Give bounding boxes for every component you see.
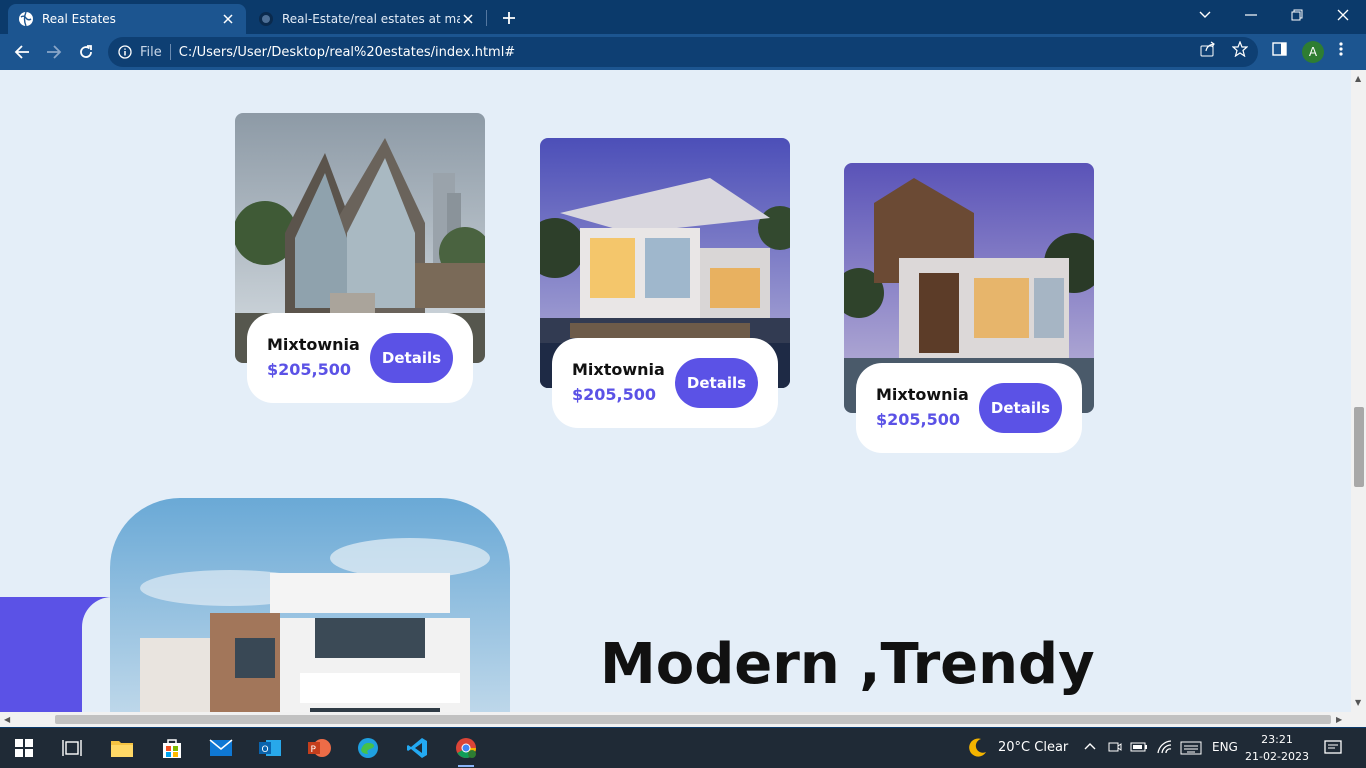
vscode-button[interactable] xyxy=(403,734,431,762)
tab-title: Real Estates xyxy=(42,12,116,26)
restore-button[interactable] xyxy=(1274,0,1320,30)
powerpoint-button[interactable]: P xyxy=(305,734,333,762)
chevron-up-icon[interactable] xyxy=(1084,742,1096,750)
side-panel-icon[interactable] xyxy=(1272,41,1288,57)
forward-button[interactable] xyxy=(40,38,68,66)
tab-title: Real-Estate/real estates at main · xyxy=(282,12,460,26)
windows-taskbar: O P 20°C Clear ENG 23:21 21-02-2023 xyxy=(0,728,1366,768)
url-scheme-label: File xyxy=(140,44,162,60)
mail-icon xyxy=(209,739,233,757)
github-icon xyxy=(258,11,274,27)
close-tab-icon[interactable] xyxy=(220,11,236,27)
input-language[interactable]: ENG xyxy=(1212,740,1238,754)
address-divider xyxy=(169,44,171,60)
powerpoint-icon: P xyxy=(307,737,331,759)
property-card: Mixtownia $205,500 Details xyxy=(844,163,1094,453)
property-name: Mixtownia xyxy=(876,385,969,404)
mail-button[interactable] xyxy=(207,734,235,762)
hero-house-photo xyxy=(110,498,510,712)
store-icon xyxy=(161,737,183,759)
vertical-scrollbar[interactable]: ▲ ▼ xyxy=(1351,70,1366,712)
vertical-scroll-thumb[interactable] xyxy=(1354,407,1364,487)
svg-text:O: O xyxy=(262,745,269,755)
weather-text[interactable]: 20°C Clear xyxy=(998,740,1068,755)
tab-search-button[interactable] xyxy=(1182,0,1228,30)
tab-github[interactable]: Real-Estate/real estates at main · xyxy=(248,4,486,34)
details-button[interactable]: Details xyxy=(675,358,758,408)
taskbar-clock[interactable]: 23:21 21-02-2023 xyxy=(1244,731,1310,765)
vscode-icon xyxy=(406,737,428,759)
property-price: $205,500 xyxy=(572,385,657,404)
chrome-button[interactable] xyxy=(452,734,480,767)
chrome-icon xyxy=(454,736,478,760)
close-icon xyxy=(1337,9,1349,21)
battery-icon[interactable] xyxy=(1130,740,1148,754)
task-view-button[interactable] xyxy=(58,734,86,762)
reload-button[interactable] xyxy=(72,38,100,66)
store-button[interactable] xyxy=(158,734,186,762)
page-viewport: Mixtownia $205,500 Details Mixtownia $20… xyxy=(0,70,1351,712)
profile-avatar[interactable]: A xyxy=(1302,41,1324,63)
scroll-right-arrow-icon[interactable]: ▶ xyxy=(1336,715,1342,724)
restore-icon xyxy=(1291,9,1303,21)
reload-icon xyxy=(78,44,94,60)
browser-toolbar: File C:/Users/User/Desktop/real%20estate… xyxy=(0,34,1366,70)
new-tab-button[interactable] xyxy=(498,7,520,29)
details-button[interactable]: Details xyxy=(979,383,1062,433)
outlook-icon: O xyxy=(258,737,282,759)
info-icon[interactable] xyxy=(118,45,132,59)
hero-heading: Modern ,Trendy xyxy=(600,632,1095,697)
clock-date: 21-02-2023 xyxy=(1245,750,1309,763)
folder-icon xyxy=(110,738,134,758)
url-text[interactable]: C:/Users/User/Desktop/real%20estates/ind… xyxy=(179,45,1258,60)
edge-icon xyxy=(356,736,380,760)
minimize-icon xyxy=(1245,14,1257,16)
details-button[interactable]: Details xyxy=(370,333,453,383)
close-window-button[interactable] xyxy=(1320,0,1366,30)
property-card: Mixtownia $205,500 Details xyxy=(540,138,790,428)
arrow-right-icon xyxy=(46,44,62,60)
property-name: Mixtownia xyxy=(267,335,360,354)
scroll-down-arrow-icon[interactable]: ▼ xyxy=(1355,698,1361,707)
share-icon[interactable] xyxy=(1200,41,1216,57)
clock-time: 23:21 xyxy=(1261,733,1293,746)
task-view-icon xyxy=(62,739,82,757)
meet-now-icon[interactable] xyxy=(1108,740,1122,754)
edge-button[interactable] xyxy=(354,734,382,762)
arrow-left-icon xyxy=(14,44,30,60)
property-info-box: Mixtownia $205,500 Details xyxy=(247,313,473,403)
star-icon[interactable] xyxy=(1232,41,1248,57)
windows-logo-icon xyxy=(15,739,33,757)
svg-text:P: P xyxy=(311,745,317,755)
chevron-down-icon xyxy=(1199,11,1211,19)
property-price: $205,500 xyxy=(267,360,352,379)
start-button[interactable] xyxy=(10,734,38,762)
moon-weather-icon[interactable] xyxy=(966,737,988,759)
property-name: Mixtownia xyxy=(572,360,665,379)
property-price: $205,500 xyxy=(876,410,961,429)
back-button[interactable] xyxy=(8,38,36,66)
scroll-up-arrow-icon[interactable]: ▲ xyxy=(1355,74,1361,83)
outlook-button[interactable]: O xyxy=(256,734,284,762)
horizontal-scroll-thumb[interactable] xyxy=(55,715,1331,724)
property-card: Mixtownia $205,500 Details xyxy=(235,113,485,403)
kebab-menu-icon[interactable] xyxy=(1338,41,1344,57)
tab-separator xyxy=(486,10,487,26)
property-info-box: Mixtownia $205,500 Details xyxy=(856,363,1082,453)
wifi-icon[interactable] xyxy=(1156,740,1172,754)
file-explorer-button[interactable] xyxy=(108,734,136,762)
keyboard-icon[interactable] xyxy=(1180,741,1202,755)
address-bar[interactable]: File C:/Users/User/Desktop/real%20estate… xyxy=(108,37,1258,67)
tab-real-estates[interactable]: Real Estates xyxy=(8,4,246,34)
minimize-button[interactable] xyxy=(1228,0,1274,30)
scroll-left-arrow-icon[interactable]: ◀ xyxy=(4,715,10,724)
globe-icon xyxy=(18,11,34,27)
browser-tab-bar: Real Estates Real-Estate/real estates at… xyxy=(0,0,1366,34)
plus-icon xyxy=(502,11,516,25)
property-info-box: Mixtownia $205,500 Details xyxy=(552,338,778,428)
decorative-notch xyxy=(82,597,112,712)
horizontal-scrollbar[interactable]: ◀ ▶ xyxy=(0,712,1366,727)
notifications-icon[interactable] xyxy=(1324,740,1342,756)
close-tab-icon[interactable] xyxy=(460,11,476,27)
